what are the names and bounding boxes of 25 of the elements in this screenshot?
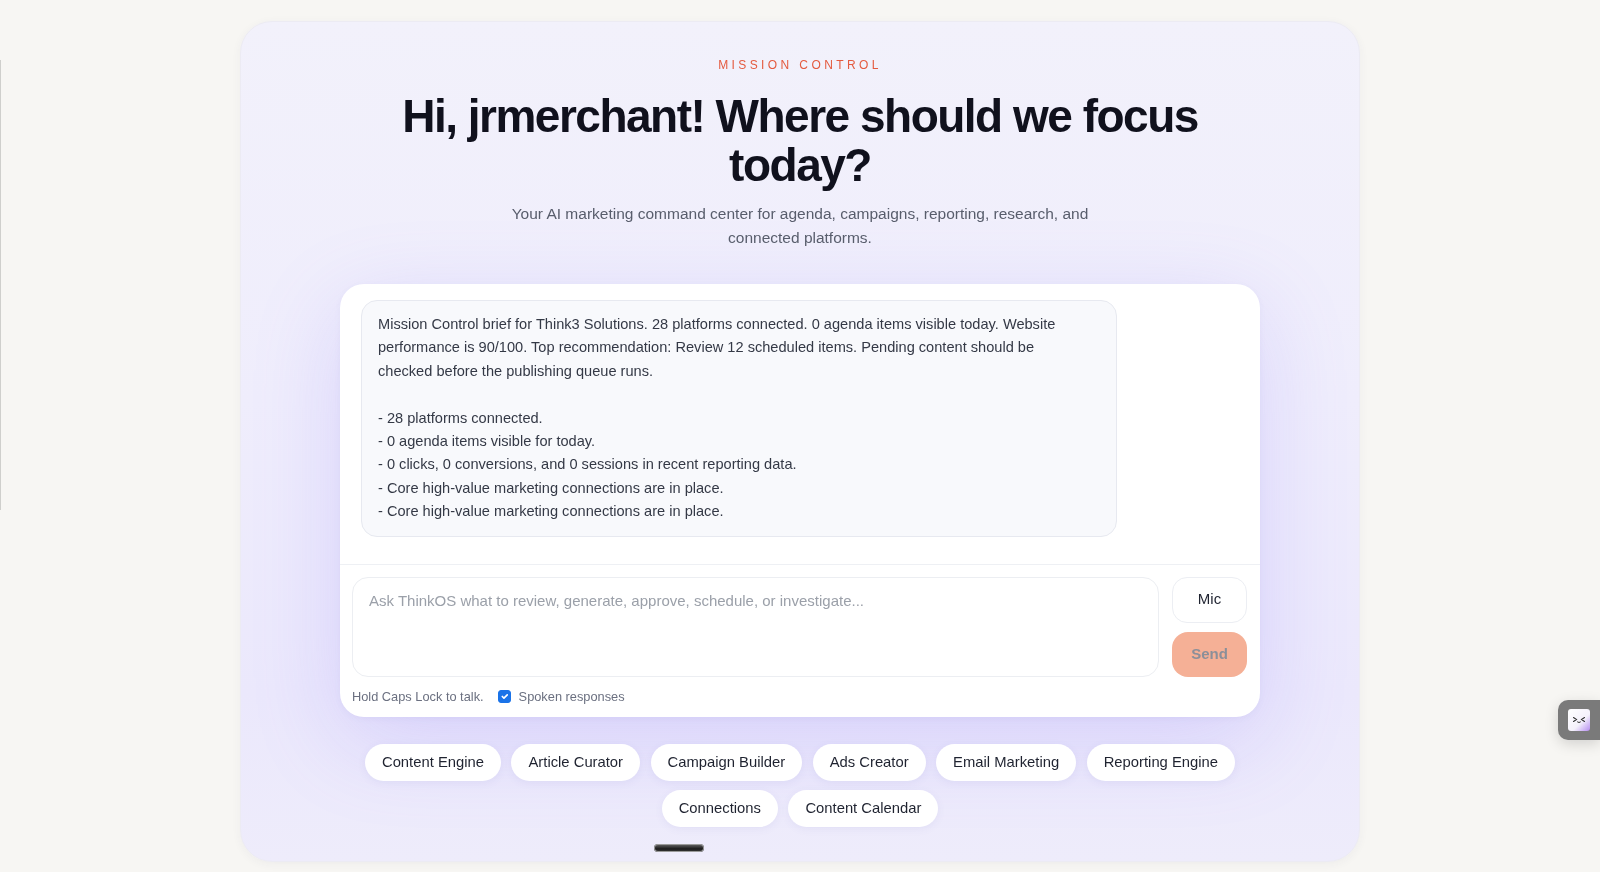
brief-line: - 28 platforms connected. — [378, 408, 544, 428]
brief-line: - 0 clicks, 0 conversions, and 0 sessions in recent reporting data. — [378, 455, 798, 475]
brief-line: - Core high-value marketing connections are in place. — [378, 502, 725, 522]
brief-paragraph: Mission Control brief for Think3 Solutions. 28 platforms connected. 0 agenda items visible today. Website performance is 90/100. Top recommendation: Review 12 scheduled items. Pending content should be checked before the publishing queue runs. — [378, 315, 1057, 381]
shortcut-chip[interactable]: Email Marketing — [936, 743, 1077, 781]
spoken-responses-checkbox[interactable] — [497, 690, 511, 704]
assistant-launcher-button[interactable] — [1558, 700, 1600, 740]
subtitle-text: Your AI marketing command center for agenda, campaigns, reporting, research, and connected platforms. — [510, 204, 1090, 248]
shortcut-chip[interactable]: Article Curator — [511, 743, 641, 781]
brief-line: - 0 agenda items visible for today. — [378, 432, 597, 451]
shortcut-chip[interactable]: Reporting Engine — [1086, 743, 1236, 781]
prompt-field[interactable]: Ask ThinkOS what to review, generate, approve, schedule, or investigate... — [352, 576, 1159, 677]
mic-button[interactable]: Mic — [1172, 576, 1247, 623]
face-icon — [1568, 709, 1590, 731]
shortcut-chip[interactable]: Campaign Builder — [650, 743, 803, 781]
shortcut-chip[interactable]: Content Calendar — [788, 789, 939, 827]
spoken-responses-label[interactable]: Spoken responses — [518, 688, 625, 705]
greeting-heading: Hi, jrmerchant! Where should we focus today? — [401, 92, 1199, 190]
drag-handle[interactable] — [654, 843, 704, 852]
eyebrow-label: MISSION CONTROL — [717, 57, 883, 73]
hint-text: Hold Caps Lock to talk. — [352, 688, 484, 705]
shortcut-chip[interactable]: Ads Creator — [812, 743, 926, 781]
shortcut-chip[interactable]: Connections — [661, 789, 778, 827]
brief-line: - Core high-value marketing connections are in place. — [378, 478, 725, 498]
shortcut-chip[interactable]: Content Engine — [364, 743, 501, 781]
